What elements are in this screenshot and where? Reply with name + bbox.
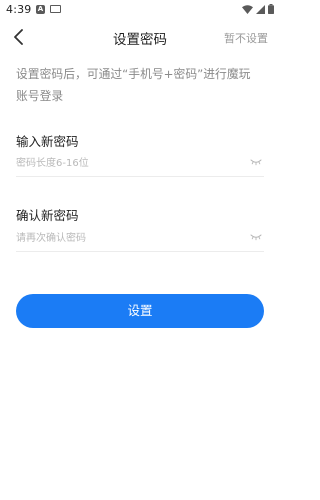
hint-line-1: 设置密码后，可通过“手机号+密码”进行魔玩	[16, 67, 251, 81]
eye-closed-icon[interactable]	[250, 158, 262, 166]
hint-line-2: 账号登录	[16, 89, 64, 103]
battery-icon	[268, 4, 274, 14]
new-password-label: 输入新密码	[16, 134, 79, 149]
signal-icon	[256, 4, 265, 14]
status-indicators	[242, 4, 274, 14]
status-time: 4:39	[6, 3, 32, 16]
new-password-input[interactable]	[16, 151, 236, 175]
confirm-password-label: 确认新密码	[16, 208, 79, 223]
set-password-button[interactable]: 设置	[16, 294, 264, 328]
nav-bar: 设置密码 暂不设置	[0, 20, 280, 54]
new-password-row	[16, 151, 264, 177]
eye-closed-icon[interactable]	[250, 233, 262, 241]
status-bar: 4:39 A	[0, 0, 280, 20]
hint-text: 设置密码后，可通过“手机号+密码”进行魔玩 账号登录	[16, 63, 266, 107]
confirm-password-input[interactable]	[16, 226, 236, 250]
notification-a-icon: A	[36, 5, 45, 14]
skip-button[interactable]: 暂不设置	[224, 30, 268, 46]
wifi-icon	[242, 4, 253, 14]
notification-placeholder-icon	[50, 5, 61, 13]
confirm-password-row	[16, 226, 264, 252]
